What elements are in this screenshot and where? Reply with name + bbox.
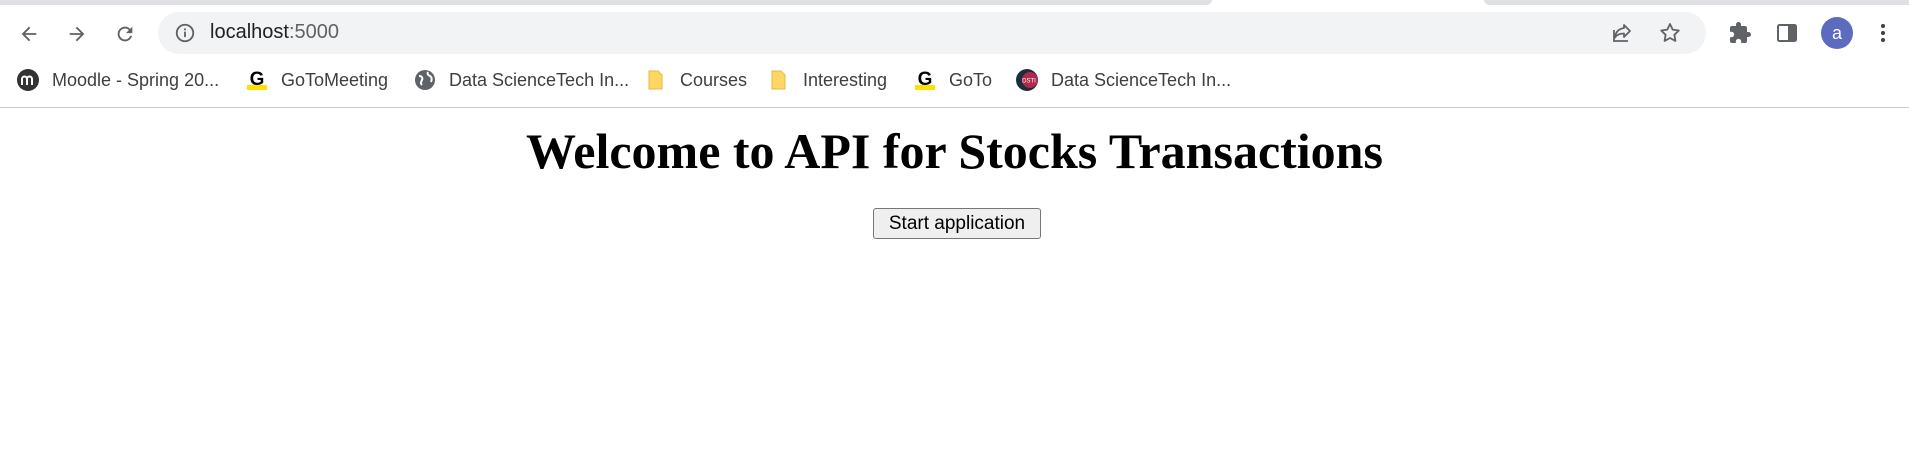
url-host: localhost: [210, 21, 289, 43]
bookmark-interesting[interactable]: Interesting: [767, 65, 887, 95]
bookmark-label: Moodle - Spring 20...: [52, 69, 220, 90]
moodle-icon: [16, 68, 40, 92]
start-application-button[interactable]: Start application: [873, 208, 1041, 239]
svg-text:G: G: [250, 69, 265, 90]
menu-button[interactable]: [1870, 20, 1896, 46]
back-button[interactable]: [12, 17, 46, 51]
dsti-icon: DSTI: [1015, 68, 1039, 92]
url-port: :5000: [288, 21, 339, 43]
bookmarks-bar: Moodle - Spring 20... G GoToMeeting Data…: [0, 62, 1909, 98]
forward-button[interactable]: [60, 17, 94, 51]
bookmark-dstech-2[interactable]: DSTI Data ScienceTech In...: [1015, 65, 1231, 95]
profile-avatar[interactable]: a: [1821, 17, 1853, 49]
folder-icon: [767, 68, 791, 92]
bookmark-star-icon[interactable]: [1658, 21, 1682, 45]
bookmark-goto[interactable]: G GoTo: [913, 65, 992, 95]
more-vert-icon: [1881, 24, 1885, 42]
arrow-left-icon: [21, 26, 37, 42]
goto-icon: G: [913, 68, 937, 92]
active-tab-edge[interactable]: [0, 0, 1212, 5]
puzzle-icon: [1730, 22, 1751, 43]
extensions-button[interactable]: [1727, 20, 1753, 46]
svg-text:DSTI: DSTI: [1022, 79, 1036, 85]
bookmark-gotomeeting[interactable]: G GoToMeeting: [245, 65, 388, 95]
tab-strip: [0, 0, 1909, 12]
bookmark-label: Data ScienceTech In...: [1051, 69, 1232, 90]
bookmark-label: Courses: [680, 69, 748, 90]
side-panel-button[interactable]: [1774, 20, 1800, 46]
inactive-tab-edge[interactable]: [1484, 0, 1909, 5]
bookmark-label: Data ScienceTech In...: [449, 69, 630, 90]
reload-button[interactable]: [108, 17, 142, 51]
bookmark-dstech-1[interactable]: Data ScienceTech In...: [413, 65, 629, 95]
browser-toolbar: localhost:5000 a: [0, 12, 1909, 54]
gotomeeting-icon: G: [245, 68, 269, 92]
bookmark-label: GoToMeeting: [281, 69, 389, 90]
page-content: Welcome to API for Stocks Transactions S…: [0, 108, 1909, 468]
reload-icon: [117, 26, 133, 42]
folder-icon: [644, 68, 668, 92]
share-icon[interactable]: [1610, 21, 1634, 45]
url-text[interactable]: localhost:5000: [210, 21, 339, 44]
bookmark-courses[interactable]: Courses: [644, 65, 747, 95]
bookmark-label: GoTo: [949, 69, 993, 90]
info-icon[interactable]: [174, 22, 196, 44]
address-bar[interactable]: localhost:5000: [158, 12, 1706, 54]
svg-text:G: G: [918, 69, 933, 90]
bookmark-moodle[interactable]: Moodle - Spring 20...: [16, 65, 219, 95]
arrow-right-icon: [69, 26, 85, 42]
side-panel-icon: [1777, 24, 1797, 42]
bookmark-label: Interesting: [803, 69, 888, 90]
globe-icon: [413, 68, 437, 92]
page-title: Welcome to API for Stocks Transactions: [526, 123, 1383, 179]
